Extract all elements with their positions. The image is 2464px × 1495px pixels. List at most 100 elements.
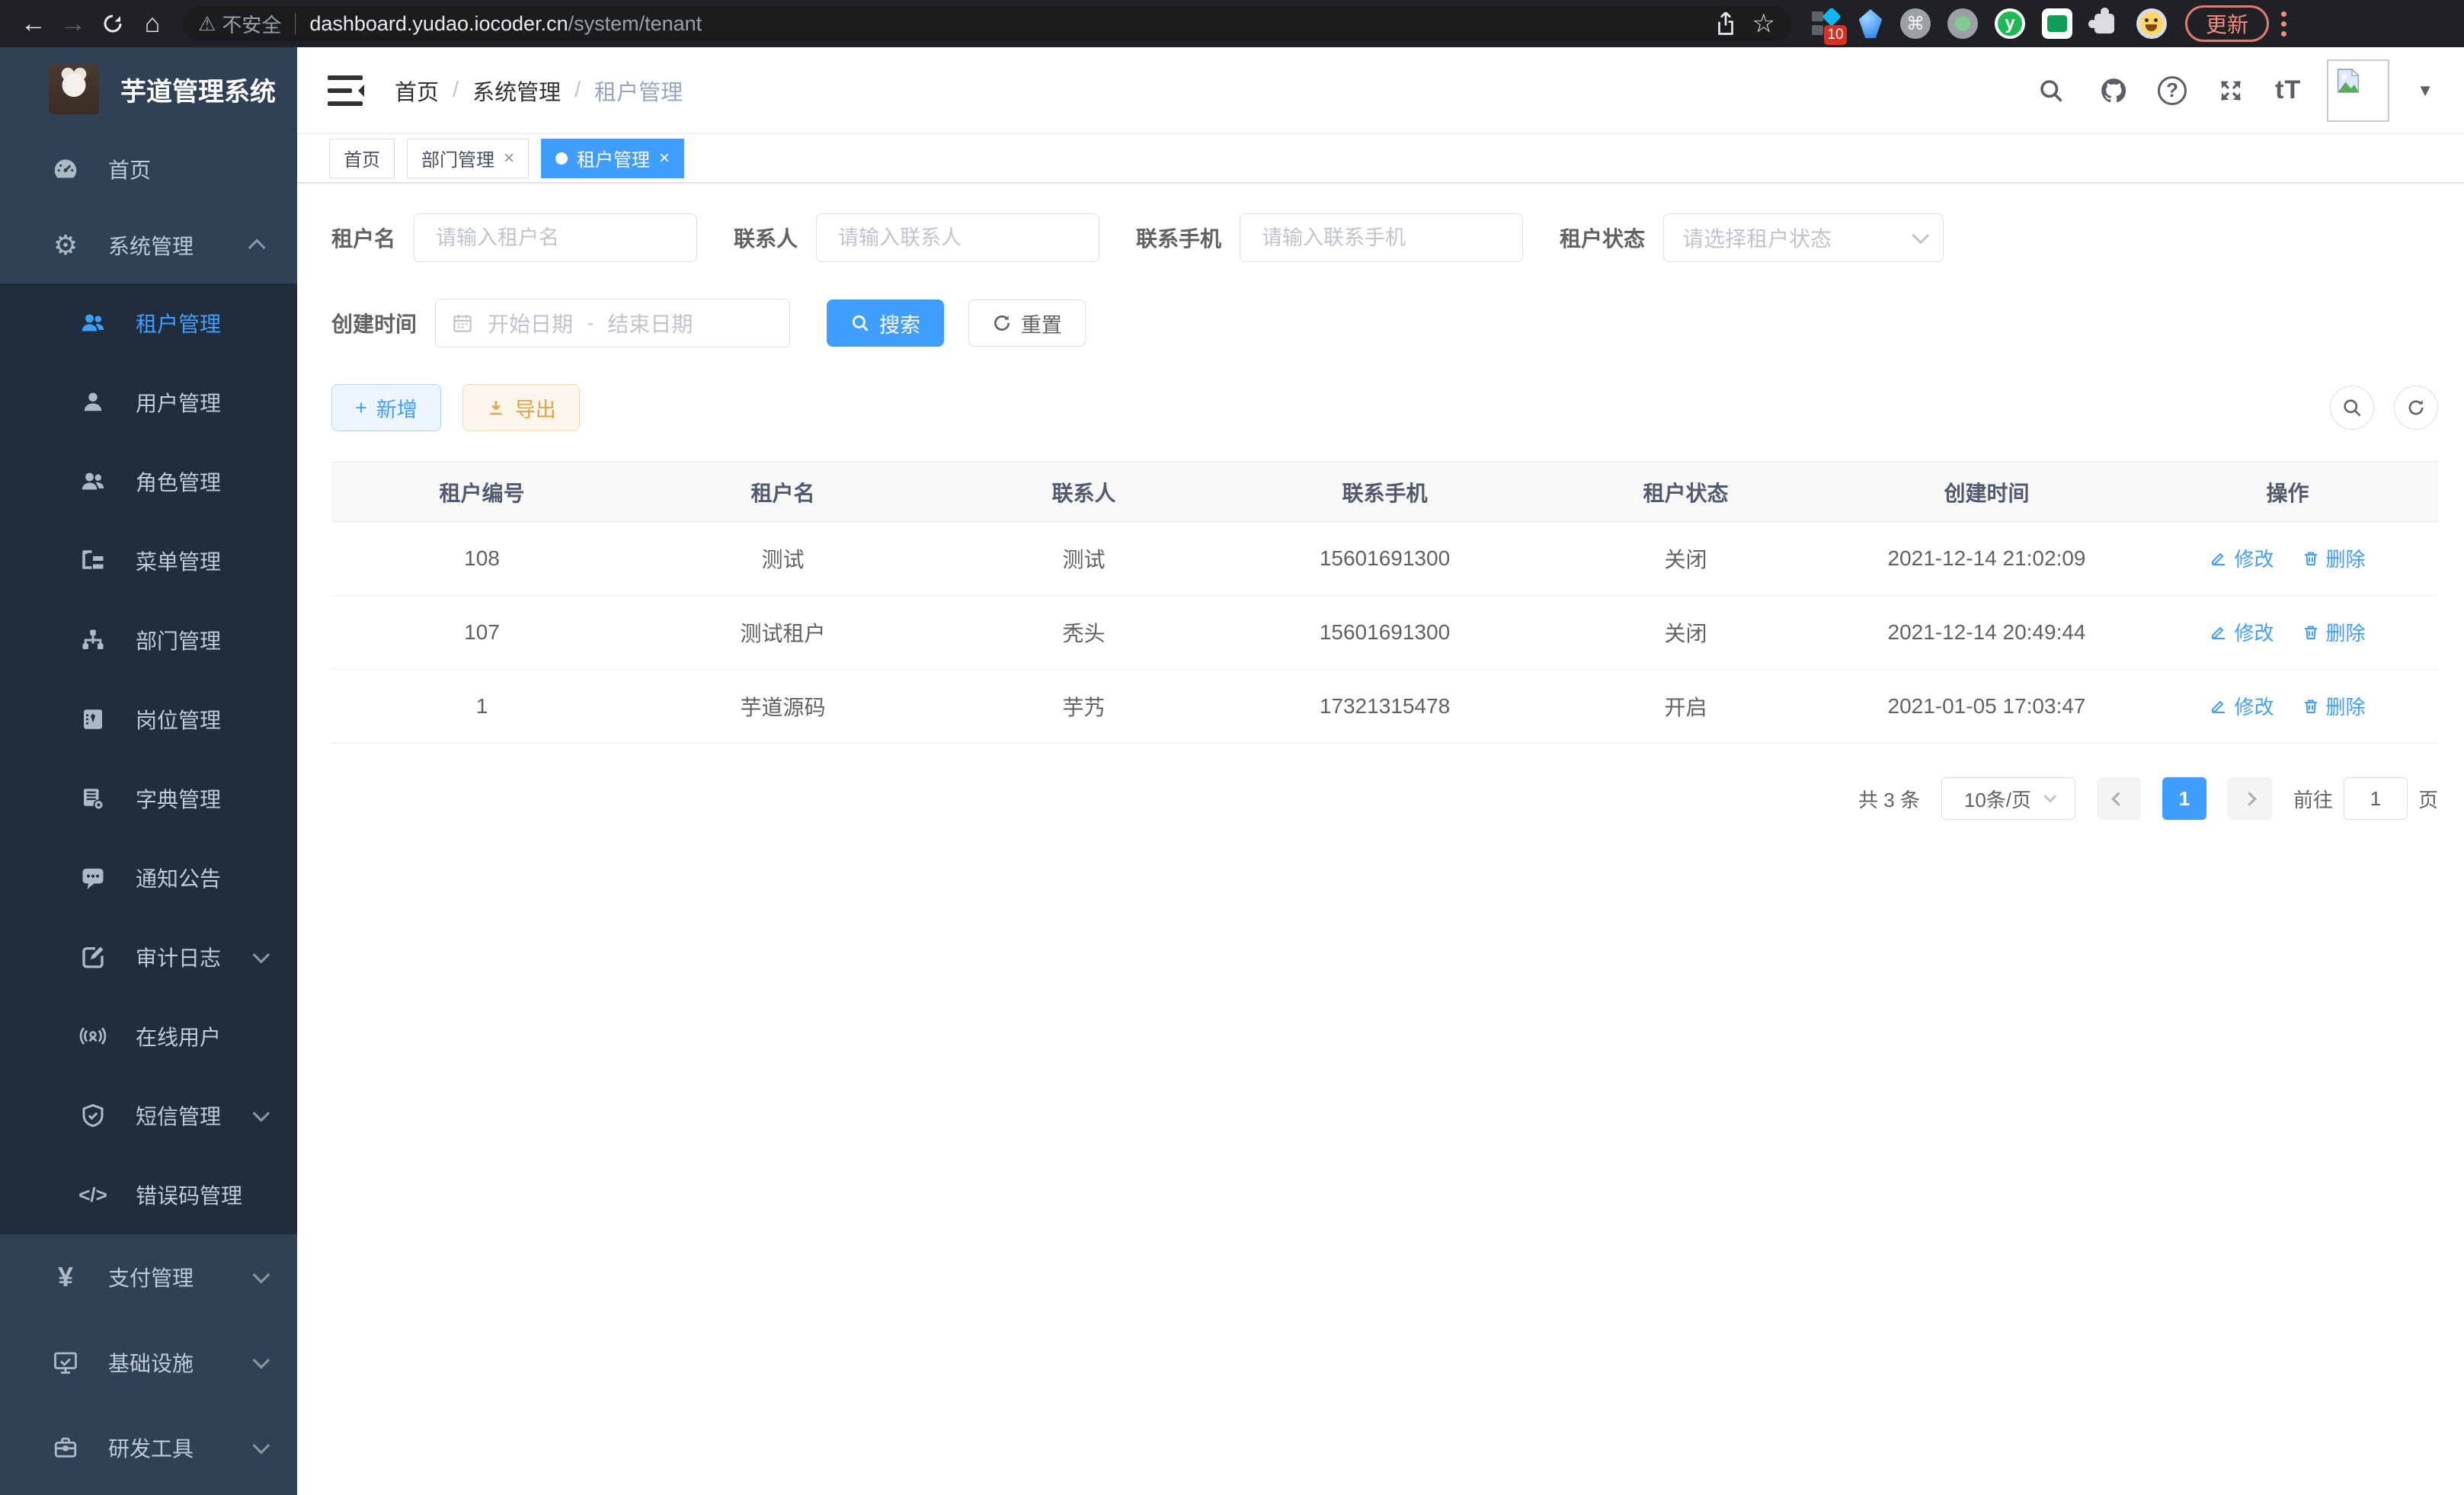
tag-dept[interactable]: 部门管理 × xyxy=(407,139,529,178)
page-number-1[interactable]: 1 xyxy=(2162,777,2206,820)
dict-book-icon xyxy=(76,785,110,812)
sidebar-item-home[interactable]: 首页 xyxy=(0,131,297,207)
filter-label: 联系人 xyxy=(734,222,798,253)
breadcrumb-home[interactable]: 首页 xyxy=(395,75,439,107)
recorder-extension-icon[interactable] xyxy=(1947,8,1978,39)
search-button-label: 搜索 xyxy=(879,309,920,338)
tenant-name-input[interactable] xyxy=(414,213,697,262)
cell-actions: 修改 删除 xyxy=(2137,670,2438,744)
sidebar-item-infra[interactable]: 基础设施 xyxy=(0,1320,297,1405)
sidebar-item-dept[interactable]: 部门管理 xyxy=(0,600,297,680)
sidebar-item-role[interactable]: 角色管理 xyxy=(0,442,297,521)
prev-page-button[interactable] xyxy=(2097,777,2141,820)
breadcrumb-system[interactable]: 系统管理 xyxy=(472,75,561,107)
sidebar-item-post[interactable]: 岗位管理 xyxy=(0,680,297,759)
reset-button[interactable]: 重置 xyxy=(968,299,1086,347)
command-extension-icon[interactable]: ⌘ xyxy=(1900,8,1931,39)
chat-extension-icon[interactable] xyxy=(2042,8,2072,39)
bookmark-star-icon[interactable]: ☆ xyxy=(1752,8,1775,39)
browser-reload-button[interactable] xyxy=(93,4,133,43)
warning-icon: ⚠ xyxy=(198,12,216,36)
browser-forward-button[interactable]: → xyxy=(53,4,93,43)
start-date-placeholder[interactable]: 开始日期 xyxy=(488,308,573,338)
cell-id: 1 xyxy=(331,670,632,744)
share-icon[interactable] xyxy=(1714,11,1737,37)
cell-mobile: 15601691300 xyxy=(1234,596,1535,670)
sidebar-collapse-icon[interactable] xyxy=(328,75,363,106)
sidebar-item-notice[interactable]: 通知公告 xyxy=(0,838,297,917)
chrome-update-button[interactable]: 更新 xyxy=(2185,5,2269,42)
proxy-extension-icon[interactable]: 10 xyxy=(1810,8,1841,39)
toggle-search-button[interactable] xyxy=(2330,386,2374,430)
y-extension-icon[interactable]: y xyxy=(1995,8,2025,39)
user-avatar[interactable] xyxy=(2327,59,2389,122)
refresh-icon xyxy=(2405,397,2427,418)
avatar-caret-down-icon[interactable]: ▼ xyxy=(2417,81,2434,101)
security-warning[interactable]: ⚠不安全 xyxy=(198,10,281,38)
sidebar-item-dict[interactable]: 字典管理 xyxy=(0,759,297,838)
extensions-puzzle-icon[interactable] xyxy=(2089,8,2120,39)
browser-home-button[interactable]: ⌂ xyxy=(133,4,172,43)
sidebar-item-tenant[interactable]: 租户管理 xyxy=(0,283,297,363)
tag-home[interactable]: 首页 xyxy=(329,139,395,178)
close-icon[interactable]: × xyxy=(659,148,670,169)
chevron-down-icon xyxy=(253,946,270,964)
navbar-actions: ? tT ▼ xyxy=(2033,59,2434,122)
cell-id: 108 xyxy=(331,522,632,596)
browser-menu-icon[interactable] xyxy=(2281,11,2286,37)
edit-link[interactable]: 修改 xyxy=(2210,618,2274,646)
delete-link[interactable]: 删除 xyxy=(2302,544,2366,572)
page-size-select[interactable]: 10条/页 xyxy=(1941,777,2075,820)
delete-link[interactable]: 删除 xyxy=(2302,692,2366,720)
sidebar-item-sms[interactable]: 短信管理 xyxy=(0,1076,297,1155)
delete-link[interactable]: 删除 xyxy=(2302,618,2366,646)
profile-avatar-icon[interactable] xyxy=(2136,8,2167,39)
end-date-placeholder[interactable]: 结束日期 xyxy=(607,308,693,338)
tag-tenant-active[interactable]: 租户管理 × xyxy=(541,139,684,178)
filter-tenant-name: 租户名 xyxy=(331,213,697,262)
sidebar-item-errorcode[interactable]: </> 错误码管理 xyxy=(0,1155,297,1234)
add-button[interactable]: + 新增 xyxy=(331,384,441,431)
font-size-icon[interactable]: tT xyxy=(2275,75,2301,105)
export-button[interactable]: 导出 xyxy=(462,384,580,431)
github-icon[interactable] xyxy=(2095,72,2132,109)
sidebar-item-pay[interactable]: ¥ 支付管理 xyxy=(0,1234,297,1320)
sidebar-item-label: 字典管理 xyxy=(136,783,221,814)
yen-icon: ¥ xyxy=(49,1263,82,1291)
sidebar-item-online[interactable]: 在线用户 xyxy=(0,997,297,1076)
docs-help-icon[interactable]: ? xyxy=(2158,76,2187,105)
sidebar-item-system[interactable]: ⚙ 系统管理 xyxy=(0,207,297,283)
header-search-icon[interactable] xyxy=(2033,72,2069,109)
mobile-input[interactable] xyxy=(1240,213,1523,262)
page-suffix: 页 xyxy=(2418,785,2438,813)
sidebar-item-devtool[interactable]: 研发工具 xyxy=(0,1405,297,1490)
search-button[interactable]: 搜索 xyxy=(827,299,944,347)
edit-link[interactable]: 修改 xyxy=(2210,692,2274,720)
edit-link[interactable]: 修改 xyxy=(2210,544,2274,572)
date-range-picker[interactable]: 开始日期 - 结束日期 xyxy=(435,299,790,347)
pagination-total: 共 3 条 xyxy=(1858,785,1920,813)
user-icon xyxy=(76,389,110,416)
sidebar-item-menu[interactable]: 菜单管理 xyxy=(0,521,297,600)
fullscreen-icon[interactable] xyxy=(2213,72,2249,109)
sidebar: 芋道管理系统 首页 ⚙ 系统管理 租户管理 xyxy=(0,47,297,1495)
browser-back-button[interactable]: ← xyxy=(14,4,53,43)
sidebar-item-audit[interactable]: 审计日志 xyxy=(0,917,297,997)
status-select[interactable]: 请选择租户状态 xyxy=(1663,213,1944,262)
sidebar-logo[interactable]: 芋道管理系统 xyxy=(0,47,297,131)
chevron-down-icon xyxy=(253,1437,270,1455)
contact-input[interactable] xyxy=(816,213,1099,262)
filter-label: 租户名 xyxy=(331,222,395,253)
balloon-extension-icon[interactable] xyxy=(1858,9,1883,38)
url-text: dashboard.yudao.iocoder.cn/system/tenant xyxy=(309,12,1704,36)
sidebar-item-label: 租户管理 xyxy=(136,308,221,338)
sidebar-item-user[interactable]: 用户管理 xyxy=(0,363,297,442)
refresh-table-button[interactable] xyxy=(2394,386,2438,430)
next-page-button[interactable] xyxy=(2228,777,2272,820)
cell-mobile: 15601691300 xyxy=(1234,522,1535,596)
goto-page-input[interactable] xyxy=(2344,777,2408,820)
tenant-table: 租户编号 租户名 联系人 联系手机 租户状态 创建时间 操作 108 测试 测试 xyxy=(331,462,2438,744)
browser-address-bar[interactable]: ⚠不安全 dashboard.yudao.iocoder.cn/system/t… xyxy=(183,6,1790,41)
close-icon[interactable]: × xyxy=(504,148,514,169)
download-icon xyxy=(486,398,506,418)
